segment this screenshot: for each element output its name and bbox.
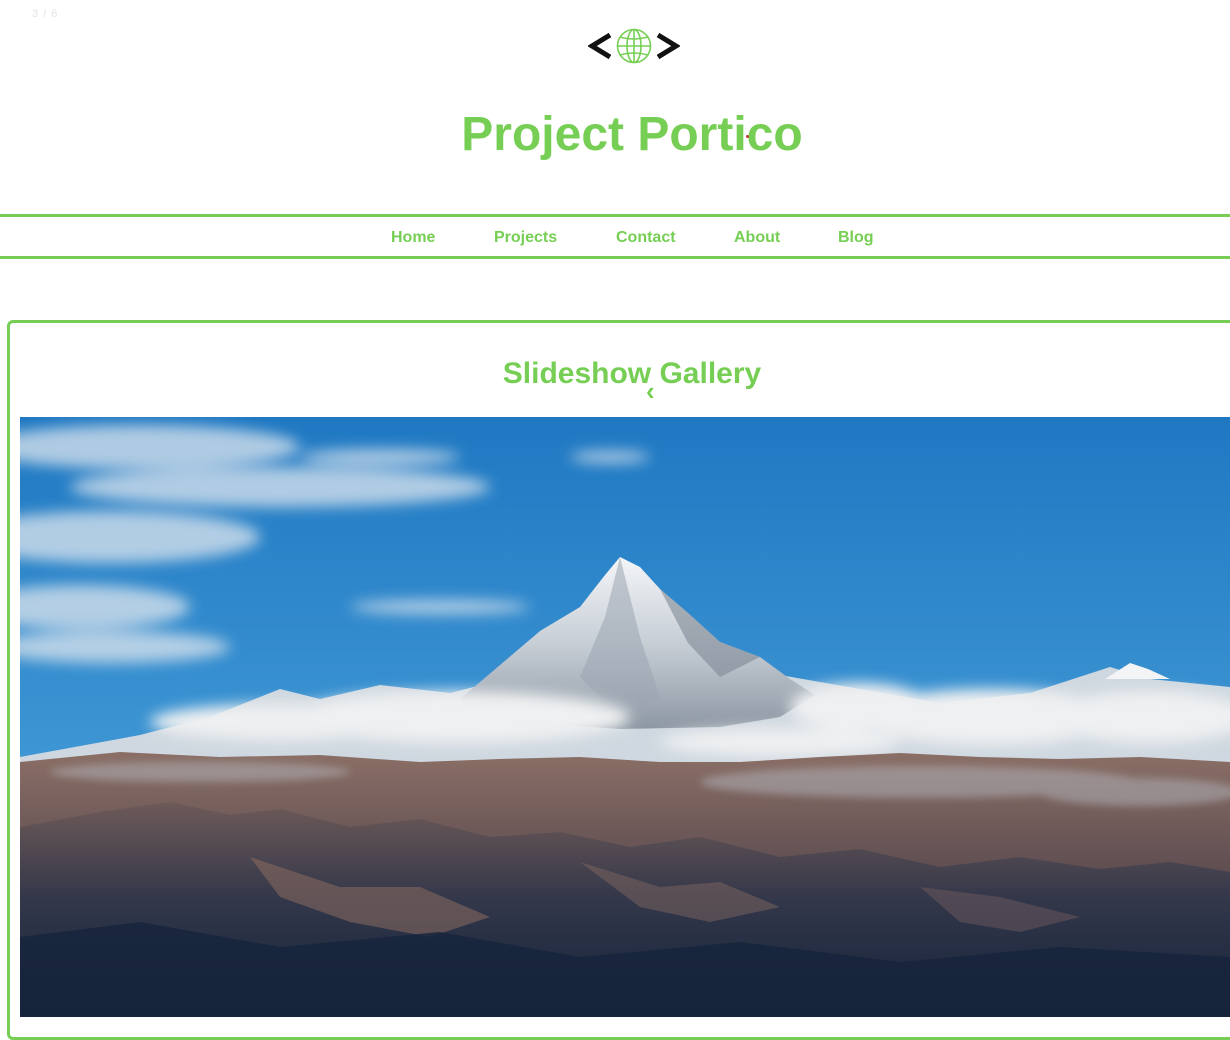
- nav-contact[interactable]: Contact: [616, 228, 676, 248]
- main-nav: Home Projects Contact About Blog: [0, 214, 1230, 259]
- slide-counter: 3 / 6: [32, 8, 59, 20]
- nav-home[interactable]: Home: [391, 228, 435, 248]
- slide-image: [20, 417, 1230, 1017]
- mouse-cursor: [746, 135, 749, 138]
- mountain-photo: [20, 417, 1230, 1017]
- site-title: Project Portico: [461, 108, 803, 161]
- chevron-left-icon[interactable]: ‹: [646, 376, 655, 406]
- nav-projects[interactable]: Projects: [494, 228, 557, 248]
- code-globe-icon[interactable]: [587, 27, 681, 65]
- nav-about[interactable]: About: [734, 228, 780, 248]
- gallery-title: Slideshow Gallery: [502, 357, 762, 390]
- nav-blog[interactable]: Blog: [838, 228, 874, 248]
